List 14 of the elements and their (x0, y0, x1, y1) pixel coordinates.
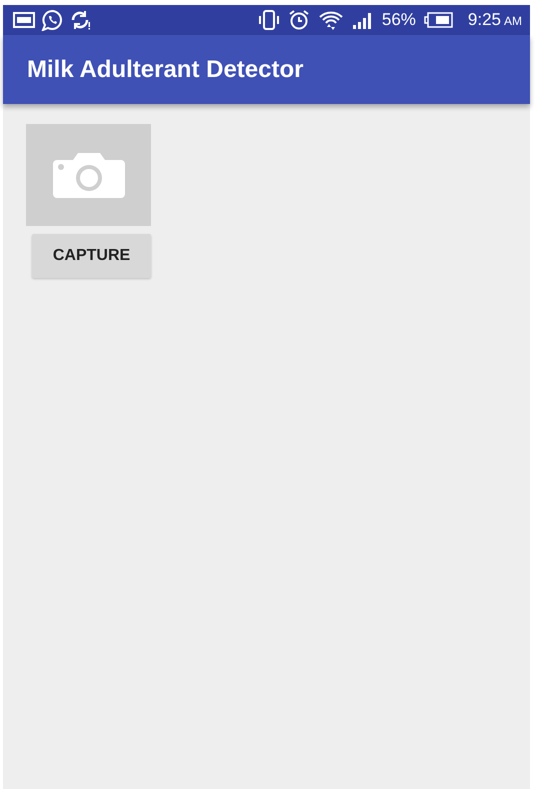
capture-button[interactable]: CAPTURE (32, 234, 151, 278)
vibrate-icon (258, 10, 280, 30)
battery-percent: 56% (382, 10, 416, 30)
wifi-icon (318, 9, 344, 31)
signal-icon (352, 11, 374, 29)
clock-time: 9:25 (468, 10, 501, 30)
sync-icon (69, 9, 91, 31)
battery-icon (424, 12, 454, 28)
clock-meridiem: AM (504, 14, 522, 28)
camera-icon (52, 152, 124, 198)
alarm-clock-icon (288, 9, 310, 31)
app-title: Milk Adulterant Detector (27, 56, 304, 84)
chat-bubble-icon (41, 9, 63, 31)
image-icon (13, 12, 35, 28)
